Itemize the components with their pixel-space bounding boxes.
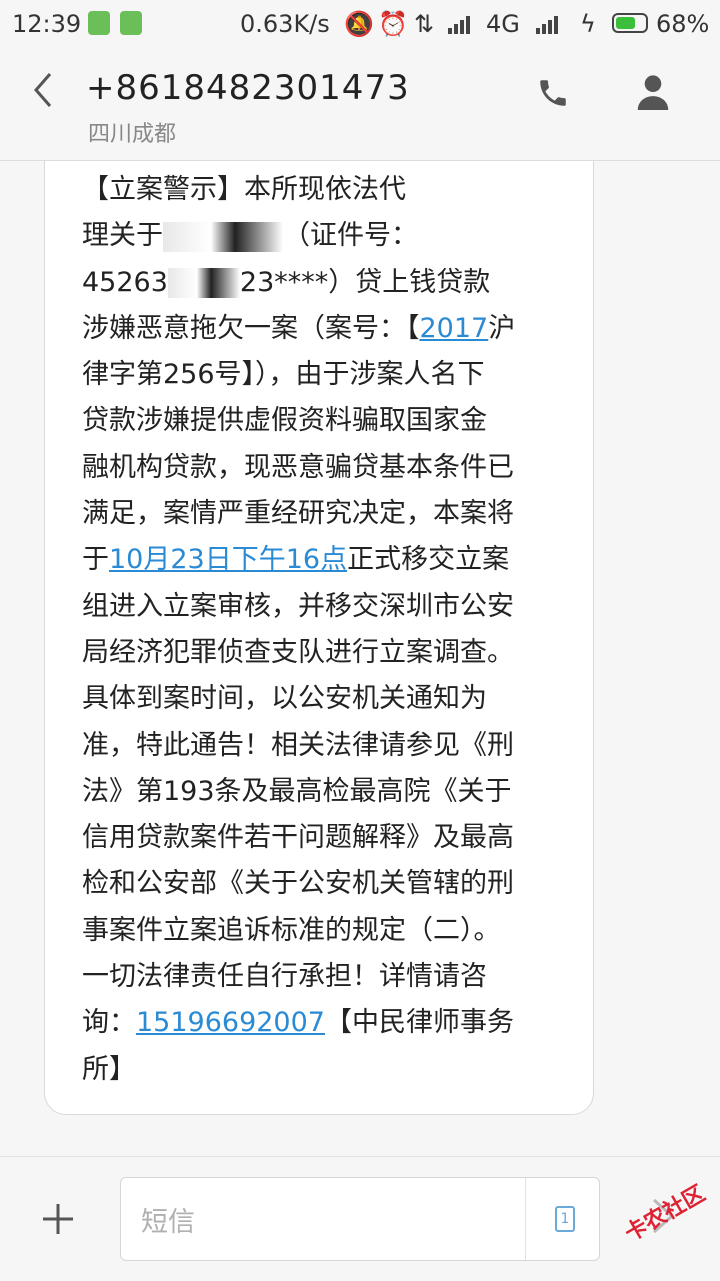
android-icon: [120, 11, 142, 35]
message-line: 于10月23日下午16点正式移交立案: [82, 537, 572, 583]
message-line: 所】: [82, 1053, 136, 1085]
message-line: 局经济犯罪侦查支队进行立案调查。: [82, 636, 514, 668]
message-text: 【立案警示】本所现依法代 理关于 （证件号： 45263 23****）贷上钱贷款 …: [82, 167, 572, 1093]
message-line: 检和公安部《关于公安机关管辖的刑: [82, 868, 514, 900]
message-fragment: 询：: [82, 1007, 136, 1039]
message-fragment: 理关于: [82, 220, 163, 252]
net-speed: 0.63K/s: [240, 10, 330, 38]
message-line: 一切法律责任自行承担！详情请咨: [82, 961, 487, 993]
charging-icon: ϟ: [580, 10, 596, 38]
message-line: 法》第193条及最高检最高院《关于: [82, 775, 512, 807]
message-fragment: 沪: [488, 312, 516, 344]
message-line: 询：15196692007【中民律师事务: [82, 1000, 572, 1046]
redacted-name: [163, 221, 283, 252]
sms-placeholder: 短信: [141, 1207, 195, 1238]
sim-select-icon[interactable]: 1: [555, 1206, 575, 1232]
network-type: 4G: [486, 10, 520, 38]
battery-fill: [616, 17, 636, 29]
data-arrows-icon: ⇅: [414, 10, 435, 38]
status-bar: 12:39 0.63K/s 🔕 ⏰ ⇅ 4G ϟ 68%: [0, 0, 720, 50]
message-fragment: 正式移交立案: [347, 544, 510, 576]
signal-icon: [448, 16, 470, 34]
divider: [525, 1178, 526, 1260]
phone-link[interactable]: 15196692007: [136, 1007, 325, 1038]
message-fragment: 45263: [82, 266, 168, 298]
message-line: 律字第256号】），由于涉案人名下: [82, 359, 485, 391]
message-fragment: 涉嫌恶意拖欠一案（案号：【: [82, 312, 420, 344]
message-fragment: 【中民律师事务: [324, 1007, 514, 1039]
message-line: 45263 23****）贷上钱贷款: [82, 260, 572, 306]
mute-icon: 🔕: [344, 10, 374, 38]
message-line: 信用贷款案件若干问题解释》及最高: [82, 822, 514, 854]
person-icon[interactable]: [636, 74, 670, 110]
message-fragment: 23****）贷上钱贷款: [239, 266, 491, 298]
message-line: 满足，案情严重经研究决定，本案将: [82, 498, 514, 530]
message-line: 融机构贷款，现恶意骗贷基本条件已: [82, 451, 514, 483]
sim-app-icon: [88, 11, 110, 35]
alarm-icon: ⏰: [378, 10, 408, 38]
signal-icon: [536, 16, 558, 34]
year-link[interactable]: 2017: [420, 313, 489, 344]
message-fragment: 于: [82, 544, 109, 576]
compose-bar: 短信 1: [0, 1156, 720, 1281]
date-link[interactable]: 10月23日下午16点: [109, 544, 347, 575]
add-attachment-button[interactable]: [40, 1201, 76, 1237]
message-line: 事案件立案追诉标准的规定（二）。: [82, 914, 501, 946]
sms-input[interactable]: 短信 1: [120, 1177, 600, 1261]
message-list[interactable]: 【立案警示】本所现依法代 理关于 （证件号： 45263 23****）贷上钱贷款 …: [0, 161, 720, 1156]
redacted-id: [167, 268, 240, 299]
battery-icon: [612, 13, 648, 33]
message-line: 组进入立案审核，并移交深圳市公安: [82, 590, 514, 622]
battery-percent: 68%: [656, 10, 710, 38]
message-fragment: （证件号：: [283, 220, 418, 252]
message-line: 准，特此通告！相关法律请参见《刑: [82, 729, 514, 761]
chevron-left-icon[interactable]: [28, 70, 58, 110]
conversation-header: +8618482301473 四川成都: [0, 50, 720, 161]
message-line: 具体到案时间，以公安机关通知为: [82, 683, 487, 715]
message-line: 涉嫌恶意拖欠一案（案号：【2017沪: [82, 306, 572, 352]
message-line: 【立案警示】本所现依法代: [82, 174, 406, 205]
status-time: 12:39: [12, 10, 82, 38]
phone-icon[interactable]: [536, 76, 570, 110]
contact-location: 四川成都: [88, 122, 177, 147]
message-line: 贷款涉嫌提供虚假资料骗取国家金: [82, 405, 487, 437]
contact-number: +8618482301473: [86, 68, 410, 108]
message-line: 理关于 （证件号：: [82, 213, 572, 259]
